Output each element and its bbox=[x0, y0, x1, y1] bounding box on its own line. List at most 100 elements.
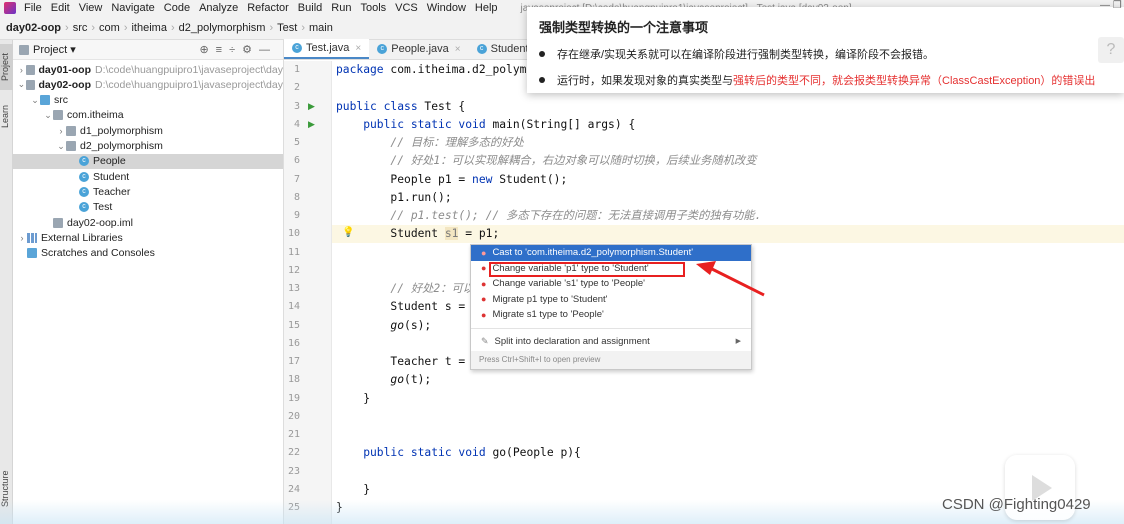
pencil-icon: ✎ bbox=[481, 335, 489, 346]
breadcrumb-item[interactable]: d2_polymorphism bbox=[179, 22, 266, 34]
breadcrumb-separator-icon: › bbox=[91, 21, 96, 34]
editor-gutter: 1 2 3 ▶ 4 ▶ 5 6 7 8 9 10 11 12 13 14 15 16 17 18 19 20 21 22 23 2… bbox=[284, 61, 332, 524]
run-gutter-icon[interactable]: ▶ bbox=[308, 119, 315, 130]
tree-item[interactable]: ⌄ com.itheima bbox=[13, 108, 283, 123]
tree-item-label: com.itheima bbox=[67, 109, 124, 122]
panel-tools[interactable]: ⊕≡÷⚙— bbox=[199, 43, 277, 56]
error-bulb-icon: ● bbox=[481, 309, 487, 320]
menu-vcs[interactable]: VCS bbox=[395, 2, 418, 14]
expand-arrow-icon[interactable]: › bbox=[17, 233, 27, 243]
class-icon: c bbox=[476, 44, 487, 54]
menu-file[interactable]: File bbox=[24, 2, 42, 14]
project-panel: Project ▾ ⊕≡÷⚙— › day01-oop D:\code\huangpu… bbox=[13, 40, 284, 524]
breadcrumb-item[interactable]: Test bbox=[277, 22, 297, 34]
menu-analyze[interactable]: Analyze bbox=[199, 2, 238, 14]
menu-view[interactable]: View bbox=[79, 2, 103, 14]
expand-arrow-icon[interactable]: ⌄ bbox=[30, 95, 40, 106]
tree-item[interactable]: c Teacher bbox=[13, 184, 283, 199]
window-controls[interactable]: — ❐ bbox=[1100, 0, 1122, 11]
expand-arrow-icon[interactable]: ⌄ bbox=[43, 110, 53, 121]
tree-item[interactable]: › d1_polymorphism bbox=[13, 123, 283, 138]
menu-item-split-declaration[interactable]: ✎ Split into declaration and assignment ▶ bbox=[471, 334, 751, 350]
menu-item-label: Migrate s1 type to 'People' bbox=[492, 309, 604, 321]
class-icon: c bbox=[79, 156, 89, 167]
menu-help[interactable]: Help bbox=[475, 2, 498, 14]
expand-arrow-icon[interactable]: › bbox=[17, 65, 26, 75]
project-view-selector[interactable]: Project ▾ bbox=[33, 43, 76, 56]
menu-code[interactable]: Code bbox=[164, 2, 190, 14]
close-tab-icon[interactable]: × bbox=[355, 43, 361, 54]
menu-window[interactable]: Window bbox=[427, 2, 466, 14]
learn-tool-button[interactable]: Learn bbox=[0, 98, 13, 134]
close-tab-icon[interactable]: × bbox=[455, 44, 461, 55]
help-icon[interactable]: ? bbox=[1098, 37, 1124, 63]
code-line: package com.itheima.d2_polymo bbox=[336, 61, 533, 79]
menu-run[interactable]: Run bbox=[331, 2, 351, 14]
tree-item[interactable]: c Test bbox=[13, 200, 283, 215]
menu-item-intention[interactable]: ● Migrate s1 type to 'People' bbox=[471, 307, 751, 323]
tab-label: People.java bbox=[391, 43, 449, 55]
breadcrumb-item[interactable]: itheima bbox=[131, 22, 166, 34]
line-number: 2 bbox=[293, 82, 300, 94]
breadcrumb-item[interactable]: src bbox=[73, 22, 88, 34]
code-token: } bbox=[336, 391, 371, 405]
menu-item-label: Change variable 's1' type to 'People' bbox=[492, 278, 645, 290]
expand-arrow-icon[interactable]: ⌄ bbox=[17, 79, 26, 90]
breadcrumb-item[interactable]: day02-oop bbox=[6, 22, 61, 34]
expand-arrow-icon[interactable]: ⌄ bbox=[56, 141, 66, 152]
menu-footer-hint: Press Ctrl+Shift+I to open preview bbox=[471, 351, 751, 369]
tree-item[interactable]: ⌄ src bbox=[13, 93, 283, 108]
tree-item-label: day02-oop bbox=[38, 78, 92, 91]
code-line: // p1.test(); // 多态下存在的问题：无法直接调用子类的独有功能. bbox=[336, 207, 761, 225]
class-icon: c bbox=[79, 202, 89, 213]
code-line: Student s1 = p1; bbox=[336, 225, 499, 243]
menu-edit[interactable]: Edit bbox=[51, 2, 70, 14]
tree-item[interactable]: c People bbox=[13, 153, 283, 169]
src-icon bbox=[40, 95, 50, 106]
tree-item[interactable]: › External Libraries bbox=[13, 230, 283, 245]
tab-people-java[interactable]: c People.java × bbox=[369, 39, 468, 59]
menu-tools[interactable]: Tools bbox=[360, 2, 386, 14]
line-number: 8 bbox=[293, 191, 300, 203]
tree-item[interactable]: day02-oop.iml bbox=[13, 215, 283, 230]
code-line: } bbox=[336, 481, 370, 499]
error-bulb-icon[interactable]: 💡 bbox=[342, 227, 354, 238]
tree-item-label: External Libraries bbox=[41, 231, 123, 244]
code-token: new bbox=[472, 172, 500, 186]
line-number: 20 bbox=[287, 410, 300, 422]
tab-test-java[interactable]: c Test.java × bbox=[284, 39, 370, 59]
code-token: main(String[] args) { bbox=[492, 117, 636, 131]
menu-navigate[interactable]: Navigate bbox=[111, 2, 154, 14]
code-token: // p1.test(); // 多态下存在的问题：无法直接调用子类的独有功能. bbox=[336, 209, 762, 222]
line-number: 5 bbox=[293, 137, 300, 148]
tree-item[interactable]: ⌄ d2_polymorphism bbox=[13, 139, 283, 154]
line-number: 15 bbox=[287, 319, 300, 331]
tree-item[interactable]: › day01-oop D:\code\huangpuipro1\javasepro… bbox=[13, 62, 283, 77]
tree-item[interactable]: c Student bbox=[13, 169, 283, 184]
tree-item[interactable]: Scratches and Consoles bbox=[13, 246, 283, 261]
breadcrumb-item[interactable]: com bbox=[99, 22, 120, 34]
tree-item-label: d1_polymorphism bbox=[80, 124, 163, 137]
error-bulb-icon: ● bbox=[481, 247, 487, 258]
scratch-icon bbox=[27, 248, 37, 259]
menu-build[interactable]: Build bbox=[298, 2, 322, 14]
line-number: 18 bbox=[287, 374, 300, 386]
project-tool-button[interactable]: Project bbox=[0, 44, 13, 90]
note-text: 运行时，如果发现对象的真实类型与 bbox=[557, 75, 733, 87]
tree-item[interactable]: ⌄ day02-oop D:\code\huangpuipro1\javasepro… bbox=[13, 77, 283, 92]
code-token: (s); bbox=[404, 318, 432, 332]
code-line: p1.run(); bbox=[336, 189, 451, 207]
code-token: Test { bbox=[424, 99, 466, 113]
code-token: People p1 = bbox=[336, 172, 473, 186]
menu-refactor[interactable]: Refactor bbox=[247, 2, 289, 14]
expand-arrow-icon[interactable]: › bbox=[56, 126, 66, 136]
class-icon: c bbox=[377, 44, 388, 54]
folder-icon bbox=[53, 110, 63, 121]
breadcrumb-item[interactable]: main bbox=[309, 22, 333, 34]
menu-item-label: Migrate p1 type to 'Student' bbox=[492, 293, 608, 305]
code-line: public static void go(People p){ bbox=[336, 444, 581, 462]
code-token: Teacher t = bbox=[336, 355, 473, 368]
breadcrumb-separator-icon: › bbox=[123, 21, 128, 34]
line-number: 23 bbox=[287, 465, 300, 477]
run-gutter-icon[interactable]: ▶ bbox=[308, 101, 315, 112]
